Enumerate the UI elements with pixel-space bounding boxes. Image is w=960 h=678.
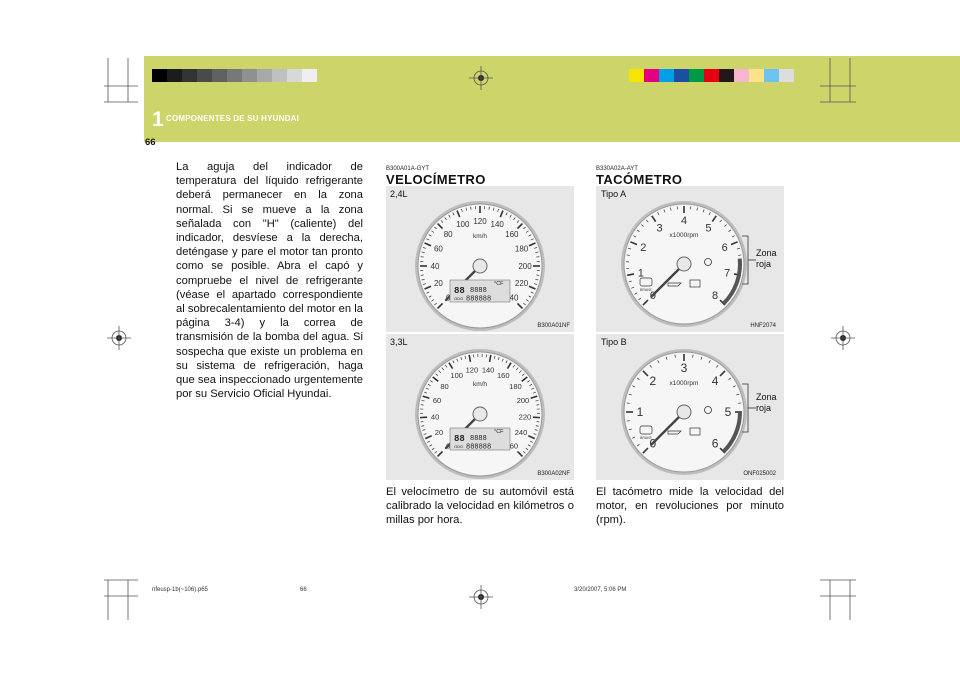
odo-label: ODO: [454, 296, 463, 301]
speedometer-title: VELOCÍMETRO: [386, 172, 486, 187]
odo-label: ODO: [454, 444, 463, 449]
tick-label: 8: [712, 290, 718, 302]
lcd-temp-unit: °CF: [494, 429, 504, 435]
tachometer-figure-2: Tipo B 0123456x1000rpmBRAKE Zona roja ON…: [596, 334, 784, 480]
speedometer-figure-1: 2,4L 020406080100120140160180200220240km…: [386, 186, 574, 332]
tick-label: 40: [431, 262, 440, 271]
tick-label: 7: [724, 267, 730, 279]
tick-label: 4: [681, 215, 687, 227]
tachometer-2-red-zone-label: Zona roja: [756, 392, 777, 413]
tick-label: 240: [515, 428, 528, 437]
tick-label: 4: [712, 374, 719, 388]
tick-label: 220: [519, 412, 532, 421]
odo-digits: 888888: [466, 444, 491, 452]
tick-label: 5: [705, 222, 711, 234]
tick-label: 140: [491, 220, 505, 229]
speedometer-paragraph: El velocímetro de su automóvil está cali…: [386, 486, 574, 527]
tick-label: 140: [482, 365, 495, 374]
tick-label: 3: [656, 222, 662, 234]
unit-label: km/h: [473, 233, 487, 240]
tachometer-title: TACÓMETRO: [596, 172, 683, 187]
tick-label: 200: [518, 262, 532, 271]
tick-label: 80: [444, 230, 453, 239]
tachometer-1-red-zone-label: Zona roja: [756, 248, 777, 269]
tick-label: 3: [681, 361, 688, 375]
tick-label: 160: [505, 230, 519, 239]
speedometer-figure-2-code: B300A02NF: [537, 471, 570, 477]
speedometer-figure-1-code: B300A01NF: [537, 323, 570, 329]
needle-hub: [676, 404, 692, 420]
registration-mark-right: [831, 326, 855, 350]
tachometer-figure-2-code: ONF025002: [743, 471, 776, 477]
tachometer-figure-1-code: HNF2074: [750, 323, 776, 329]
registration-mark-bottom: [469, 585, 493, 609]
lcd-small-digits: 88: [454, 434, 465, 444]
tick-label: 180: [515, 245, 529, 254]
footer-file-name: nfeusp-1b(~106).p65: [152, 587, 208, 593]
unit-label: km/h: [473, 381, 487, 388]
tick-label: 200: [517, 396, 530, 405]
tick-label: 60: [434, 245, 443, 254]
registration-mark-left: [107, 326, 131, 350]
tick-label: 1: [637, 405, 644, 419]
tachometer-figure-1: Tipo A 012345678x1000rpmBRAKE Zona roja …: [596, 186, 784, 332]
tick-label: 2: [640, 242, 646, 254]
tick-label: 160: [497, 371, 510, 380]
tick-label: 100: [450, 371, 463, 380]
footer-page-number: 66: [300, 587, 307, 593]
brake-warning-label: BRAKE: [640, 288, 653, 292]
registration-mark-top: [469, 66, 493, 90]
tick-label: 20: [434, 279, 443, 288]
tick-label: 1: [638, 267, 644, 279]
lcd-temp-unit: °CF: [494, 281, 504, 287]
lcd-small-digits: 88: [454, 286, 465, 296]
tick-label: 6: [712, 436, 719, 450]
unit-label: x1000rpm: [670, 232, 699, 239]
speedometer-dial-1: 020406080100120140160180200220240km/h888…: [415, 201, 545, 331]
tick-label: 2: [650, 374, 657, 388]
tick-label: 120: [473, 217, 487, 226]
odo-digits: 888888: [466, 296, 491, 304]
tachometer-paragraph: El tacómetro mide la velocidad del motor…: [596, 486, 784, 527]
tick-label: 100: [456, 220, 470, 229]
tick-label: 60: [433, 396, 441, 405]
footer-date: 3/20/2007, 5:06 PM: [574, 587, 627, 593]
needle-hub: [676, 256, 692, 272]
lcd-digits: 8888: [470, 287, 487, 295]
tick-label: 120: [466, 365, 479, 374]
tick-label: 180: [509, 382, 522, 391]
tick-label: 220: [515, 279, 529, 288]
lcd-digits: 8888: [470, 435, 487, 443]
tick-label: 80: [440, 382, 448, 391]
speedometer-dial-2: 020406080100120140160180200220240260km/h…: [415, 349, 545, 479]
needle-hub: [472, 258, 488, 274]
tick-label: 40: [431, 412, 439, 421]
tick-label: 20: [435, 428, 443, 437]
coolant-temperature-paragraph: La aguja del indicador de temperatura de…: [176, 161, 363, 401]
brake-warning-label: BRAKE: [640, 436, 653, 440]
tick-label: 6: [722, 242, 728, 254]
speedometer-figure-2: 3,3L 02040608010012014016018020022024026…: [386, 334, 574, 480]
needle-hub: [472, 406, 488, 422]
unit-label: x1000rpm: [670, 380, 699, 387]
tick-label: 5: [725, 405, 732, 419]
